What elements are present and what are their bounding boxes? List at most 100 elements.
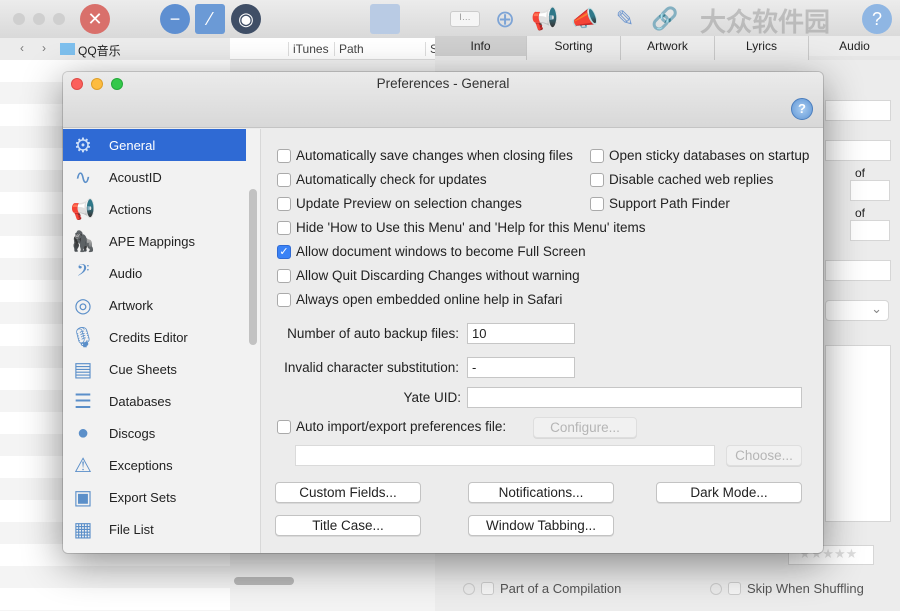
tag-field[interactable] [825,140,891,161]
pencil-icon[interactable]: ✎ [610,4,640,34]
window-minimize-button[interactable] [33,13,45,25]
sidebar-item-audio[interactable]: 𝄢 Audio [63,257,246,289]
disc-icon[interactable]: ◉ [231,4,261,34]
tab-lyrics[interactable]: Lyrics [715,36,809,56]
sidebar-item-ape-mappings[interactable]: 🦍 APE Mappings [63,225,246,257]
tag-field[interactable] [825,100,891,121]
checkbox-box[interactable] [590,148,604,163]
forward-button[interactable]: › [42,41,46,55]
sidebar-item-acoustid[interactable]: ∿ AcoustID [63,161,246,193]
tabs-row-1: Info Sorting Artwork Lyrics Audio [435,36,900,56]
tab-audio[interactable]: Audio [809,36,900,56]
checkbox-box[interactable] [277,172,291,187]
microphone-icon: 🎙 [70,326,96,349]
sidebar-item-actions[interactable]: 📢 Actions [63,193,246,225]
column-itunes[interactable]: iTunes [288,42,329,56]
megaphone-edit-icon[interactable]: 📣 [570,4,600,34]
tab-sorting[interactable]: Sorting [527,36,621,56]
sidebar-item-label: Export Sets [109,489,177,505]
notifications-button[interactable]: Notifications... [468,482,614,503]
auto-import-checkbox[interactable]: Auto import/export preferences file: [277,419,506,434]
vinyl-record-icon: ● [76,421,90,444]
help-icon[interactable]: ? [791,98,813,120]
preference-checkbox[interactable]: Open sticky databases on startup [590,148,809,163]
sidebar-item-file-list[interactable]: ▦ File List [63,513,246,545]
column-path[interactable]: Path [334,42,364,56]
backup-label: Number of auto backup files: [287,326,459,341]
save-icon[interactable] [370,4,400,34]
preference-checkbox[interactable]: Disable cached web replies [590,172,773,187]
uid-input[interactable] [467,387,802,408]
folder-icon [60,43,75,55]
track-total-field[interactable] [850,180,890,201]
sidebar-item-databases[interactable]: ☰ Databases [63,385,246,417]
zoom-icon[interactable]: ⊕ [490,4,520,34]
checkbox-box[interactable] [277,419,291,434]
close-file-icon[interactable]: ✕ [80,4,110,34]
comments-field[interactable] [825,345,891,522]
backup-count-input[interactable]: 10 [467,323,575,344]
window-zoom-button[interactable] [53,13,65,25]
sidebar-item-general[interactable]: ⚙ General [63,129,246,161]
preferences-dialog: Preferences - General ? ⚙ General ∿ AcoustI… [63,72,823,553]
checkbox-box[interactable] [590,196,604,211]
invalid-char-label: Invalid character substitution: [284,360,459,375]
preferences-path-field[interactable] [295,445,715,466]
gear-icon: ⚙ [74,134,92,157]
sidebar-item-label: Artwork [109,297,154,313]
cue-file-icon: ▤ [73,358,93,381]
preference-checkbox[interactable]: Update Preview on selection changes [277,196,522,211]
title-case-button[interactable]: Title Case... [275,515,421,536]
preference-checkbox[interactable]: ✓ Allow document windows to become Full S… [277,244,586,259]
checkbox-label: Disable cached web replies [609,172,774,187]
checkbox-box[interactable]: ✓ [277,244,291,259]
sidebar-item-label: Exceptions [109,457,173,473]
sidebar-item-exceptions[interactable]: ⚠ Exceptions [63,449,246,481]
dialog-titlebar: Preferences - General ? [63,72,823,128]
configure-button[interactable]: Configure... [533,417,637,438]
genre-dropdown[interactable]: ⌄ [825,300,889,321]
checkbox-box[interactable] [277,196,291,211]
invalid-char-input[interactable]: - [467,357,575,378]
checkbox-label: Allow document windows to become Full Sc… [296,244,586,259]
help-icon[interactable]: ? [862,4,892,34]
compilation-checkbox[interactable]: Part of a Compilation [463,581,621,596]
checkbox-box[interactable] [277,148,291,163]
disc-total-field[interactable] [850,220,890,241]
horizontal-scrollbar[interactable] [234,577,294,585]
sidebar-item-label: APE Mappings [109,233,195,249]
sidebar-item-artwork[interactable]: ◎ Artwork [63,289,246,321]
sidebar-item-credits-editor[interactable]: 🎙 Credits Editor [63,321,246,353]
preference-checkbox[interactable]: Hide 'How to Use this Menu' and 'Help fo… [277,220,645,235]
preference-checkbox[interactable]: Automatically save changes when closing … [277,148,573,163]
megaphone-icon[interactable]: 📢 [530,4,560,34]
window-tabbing-button[interactable]: Window Tabbing... [468,515,614,536]
link-icon[interactable]: 🔗 [650,4,680,34]
tab-artwork[interactable]: Artwork [621,36,715,56]
checkbox-box[interactable] [277,292,291,307]
preference-checkbox[interactable]: Allow Quit Discarding Changes without wa… [277,268,580,283]
back-button[interactable]: ‹ [20,41,24,55]
preference-checkbox[interactable]: Support Path Finder [590,196,730,211]
open-folder-icon[interactable]: ⁄ [195,4,225,34]
custom-fields-button[interactable]: Custom Fields... [275,482,421,503]
sidebar-scrollbar[interactable] [249,189,257,345]
path-label[interactable]: QQ音乐 [78,42,121,59]
choose-button[interactable]: Choose... [726,445,802,466]
tab-info[interactable]: Info [435,36,527,56]
checkbox-box[interactable] [277,268,291,283]
tag-field[interactable] [825,260,891,281]
preference-checkbox[interactable]: Always open embedded online help in Safa… [277,292,562,307]
preference-checkbox[interactable]: Automatically check for updates [277,172,487,187]
compilation-label: Part of a Compilation [500,581,622,596]
remove-icon[interactable]: − [160,4,190,34]
dark-mode-button[interactable]: Dark Mode... [656,482,802,503]
text-field-icon[interactable]: I… [450,11,480,27]
sidebar-item-cue-sheets[interactable]: ▤ Cue Sheets [63,353,246,385]
checkbox-box[interactable] [590,172,604,187]
window-close-button[interactable] [13,13,25,25]
sidebar-item-discogs[interactable]: ● Discogs [63,417,246,449]
skip-shuffling-checkbox[interactable]: Skip When Shuffling [710,581,864,596]
sidebar-item-export-sets[interactable]: ▣ Export Sets [63,481,246,513]
checkbox-box[interactable] [277,220,291,235]
